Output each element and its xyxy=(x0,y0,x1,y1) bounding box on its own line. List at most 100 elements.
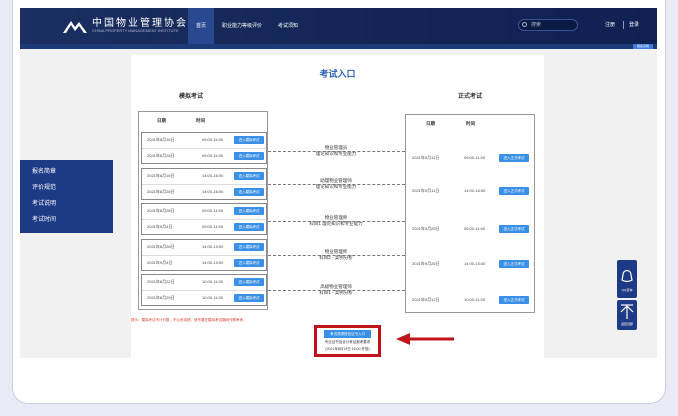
mock-exam-title: 模拟考试 xyxy=(179,94,204,100)
enter-formal-exam-button[interactable]: 进入正式考试 xyxy=(499,225,529,233)
mock-exam-group: 2021年8月16日 09:00-11:00 进入模拟考试 2021年8月28日 09:… xyxy=(141,132,267,164)
formal-exam-title: 正式考试 xyxy=(458,94,483,100)
sub-strip: 报名系统 xyxy=(20,44,657,49)
logo-title: 中国物业管理协会 xyxy=(92,18,188,29)
mock-exam-date: 2021年9月4日 xyxy=(147,260,173,265)
mock-exam-time: 10:00-11:00 xyxy=(202,295,224,300)
mock-exam-date: 2021年8月28日 xyxy=(147,244,175,249)
formal-exam-row: 2021年9月11日 14:00-16:00 进入正式考试 xyxy=(406,185,534,198)
formal-exam-time: 09:00-11:00 xyxy=(464,226,486,231)
group-divider xyxy=(142,219,266,220)
mock-exam-row: 2021年8月28日 09:00-11:00 进入模拟考试 xyxy=(144,205,268,218)
mock-exam-group: 2021年8月28日 14:00-15:00 进入模拟考试 2021年9月4日 14:0… xyxy=(141,239,267,271)
mock-exam-time: 14:00-16:00 xyxy=(202,189,224,194)
side-menu-item-schedule[interactable]: 考试时间 xyxy=(32,214,56,223)
connector-line xyxy=(268,184,405,185)
mock-exam-row: 2021年8月16日 09:00-11:00 进入模拟考试 xyxy=(144,134,268,147)
enter-mock-exam-button[interactable]: 进入模拟考试 xyxy=(234,188,264,196)
mock-exam-date: 2021年8月29日 xyxy=(147,295,175,300)
back-to-top-button[interactable]: 返回顶部 xyxy=(617,300,637,330)
enter-formal-exam-button[interactable]: 进入正式考试 xyxy=(499,260,529,268)
strip-tag[interactable]: 报名系统 xyxy=(632,44,653,49)
qq-consult-button[interactable]: QQ咨询 xyxy=(617,260,637,298)
formal-exam-date: 2021年9月11日 xyxy=(412,155,440,160)
formal-exam-row: 2021年9月25日 09:00-11:00 进入正式考试 xyxy=(406,223,534,236)
formal-exam-row: 2021年9月12日 10:00-11:00 进入正式考试 xyxy=(406,294,534,307)
certificate-note-line2: (2021年8月19日 16:00 开放) xyxy=(325,347,370,351)
certificate-entry-highlight: 考试成绩报告证书入口 专业证书及合计考证报考要求 (2021年8月19日 16:… xyxy=(314,325,381,357)
group-divider xyxy=(142,255,266,256)
connector-line xyxy=(268,221,405,222)
site-logo[interactable]: 中国物业管理协会 CHINA PROPERTY MANAGEMENT INSTI… xyxy=(62,14,186,38)
nav-exam-notice[interactable]: 考试须知 xyxy=(278,8,298,44)
formal-exam-time: 14:00-16:00 xyxy=(464,188,486,193)
enter-mock-exam-button[interactable]: 进入模拟考试 xyxy=(234,294,264,302)
formal-exam-date: 2021年9月12日 xyxy=(412,297,440,302)
mock-exam-date: 2021年8月28日 xyxy=(147,208,175,213)
enter-mock-exam-button[interactable]: 进入模拟考试 xyxy=(234,207,264,215)
formal-exam-date: 2021年9月25日 xyxy=(412,226,440,231)
mock-exam-row: 2021年9月4日 09:00-11:00 进入模拟考试 xyxy=(144,221,268,234)
qq-icon xyxy=(621,269,633,283)
mock-exam-time: 09:00-11:00 xyxy=(202,137,224,142)
formal-exam-row: 2021年9月11日 09:00-11:00 进入正式考试 xyxy=(406,152,534,165)
formal-exam-row: 2021年9月25日 14:00-15:00 进入正式考试 xyxy=(406,258,534,271)
group-divider xyxy=(142,184,266,185)
enter-mock-exam-button[interactable]: 进入模拟考试 xyxy=(234,152,264,160)
formal-col-time: 时间 xyxy=(466,121,475,126)
formal-exam-date: 2021年9月25日 xyxy=(412,261,440,266)
mock-exam-time: 10:00-11:00 xyxy=(202,279,224,284)
mock-exam-date: 2021年8月28日 xyxy=(147,153,175,158)
mock-exam-row: 2021年8月22日 10:00-11:00 进入模拟考试 xyxy=(144,276,268,289)
enter-mock-exam-button[interactable]: 进入模拟考试 xyxy=(234,172,264,180)
nav-home[interactable]: 首页 xyxy=(188,8,215,44)
connector-line xyxy=(268,255,405,256)
enter-mock-exam-button[interactable]: 进入模拟考试 xyxy=(234,278,264,286)
mock-exam-date: 2021年8月28日 xyxy=(147,189,175,194)
arrow-up-icon xyxy=(620,304,634,319)
mock-exam-time: 09:00-11:00 xyxy=(202,153,224,158)
mock-exam-row: 2021年9月4日 14:00-15:00 进入模拟考试 xyxy=(144,257,268,270)
mock-exam-time: 14:00-15:00 xyxy=(202,260,224,265)
mock-exam-row: 2021年8月28日 14:00-16:00 进入模拟考试 xyxy=(144,186,268,199)
back-to-top-label: 返回顶部 xyxy=(620,322,633,326)
mock-exam-group: 2021年8月28日 09:00-11:00 进入模拟考试 2021年9月4日 09:0… xyxy=(141,203,267,235)
enter-mock-exam-button[interactable]: 进入模拟考试 xyxy=(234,259,264,267)
login-link[interactable]: 登录 xyxy=(629,19,639,31)
mock-exam-group: 2021年8月16日 14:00-16:00 进入模拟考试 2021年8月28日 14:… xyxy=(141,168,267,200)
group-divider xyxy=(142,148,266,149)
browser-viewport: 中国物业管理协会 CHINA PROPERTY MANAGEMENT INSTI… xyxy=(20,8,657,358)
enter-formal-exam-button[interactable]: 进入正式考试 xyxy=(499,154,529,162)
logo-subtitle: CHINA PROPERTY MANAGEMENT INSTITUTE xyxy=(92,28,179,33)
mock-exam-date: 2021年8月22日 xyxy=(147,279,175,284)
certificate-entry-button[interactable]: 考试成绩报告证书入口 xyxy=(324,330,371,338)
enter-formal-exam-button[interactable]: 进入正式考试 xyxy=(499,296,529,304)
formal-exam-time: 14:00-15:00 xyxy=(464,261,486,266)
mock-exam-time: 14:00-16:00 xyxy=(202,173,224,178)
nav-evaluation[interactable]: 职业能力等级评价 xyxy=(222,8,262,44)
mock-exam-date: 2021年9月4日 xyxy=(147,224,173,229)
enter-mock-exam-button[interactable]: 进入模拟考试 xyxy=(234,136,264,144)
formal-col-date: 日期 xyxy=(426,121,435,126)
page-title: 考试入口 xyxy=(319,69,356,79)
side-menu-item-guide[interactable]: 报名简章 xyxy=(32,166,56,175)
qq-label: QQ咨询 xyxy=(621,288,633,292)
mock-exam-time: 09:00-11:00 xyxy=(202,224,224,229)
connector-line xyxy=(268,290,405,291)
logo-icon xyxy=(63,21,87,33)
search-input[interactable]: 搜索 xyxy=(518,19,578,31)
mock-exam-table: 日期 时间 2021年8月16日 09:00-11:00 进入模拟考试 2021年8月… xyxy=(138,111,268,310)
certificate-note-line1: 专业证书及合计考证报考要求 xyxy=(324,340,371,344)
mock-exam-group: 2021年8月22日 10:00-11:00 进入模拟考试 2021年8月29日 10:… xyxy=(141,274,267,306)
enter-formal-exam-button[interactable]: 进入正式考试 xyxy=(499,187,529,195)
mock-exam-time: 09:00-11:00 xyxy=(202,208,224,213)
register-link[interactable]: 注册 xyxy=(605,19,615,31)
formal-exam-time: 09:00-11:00 xyxy=(464,155,486,160)
side-menu-item-instructions[interactable]: 考试说明 xyxy=(32,198,56,207)
formal-exam-time: 10:00-11:00 xyxy=(464,297,486,302)
enter-mock-exam-button[interactable]: 进入模拟考试 xyxy=(234,223,264,231)
exam-panel: 考试入口 模拟考试 正式考试 日期 时间 2021年8月16日 09:00-11:… xyxy=(131,55,544,358)
enter-mock-exam-button[interactable]: 进入模拟考试 xyxy=(234,243,264,251)
side-menu-item-standard[interactable]: 评价规范 xyxy=(32,182,56,191)
exam-note: 提示：模拟考试不计分数，不公布成绩，请不要在模拟考试期间作弊考考。 xyxy=(131,318,247,322)
